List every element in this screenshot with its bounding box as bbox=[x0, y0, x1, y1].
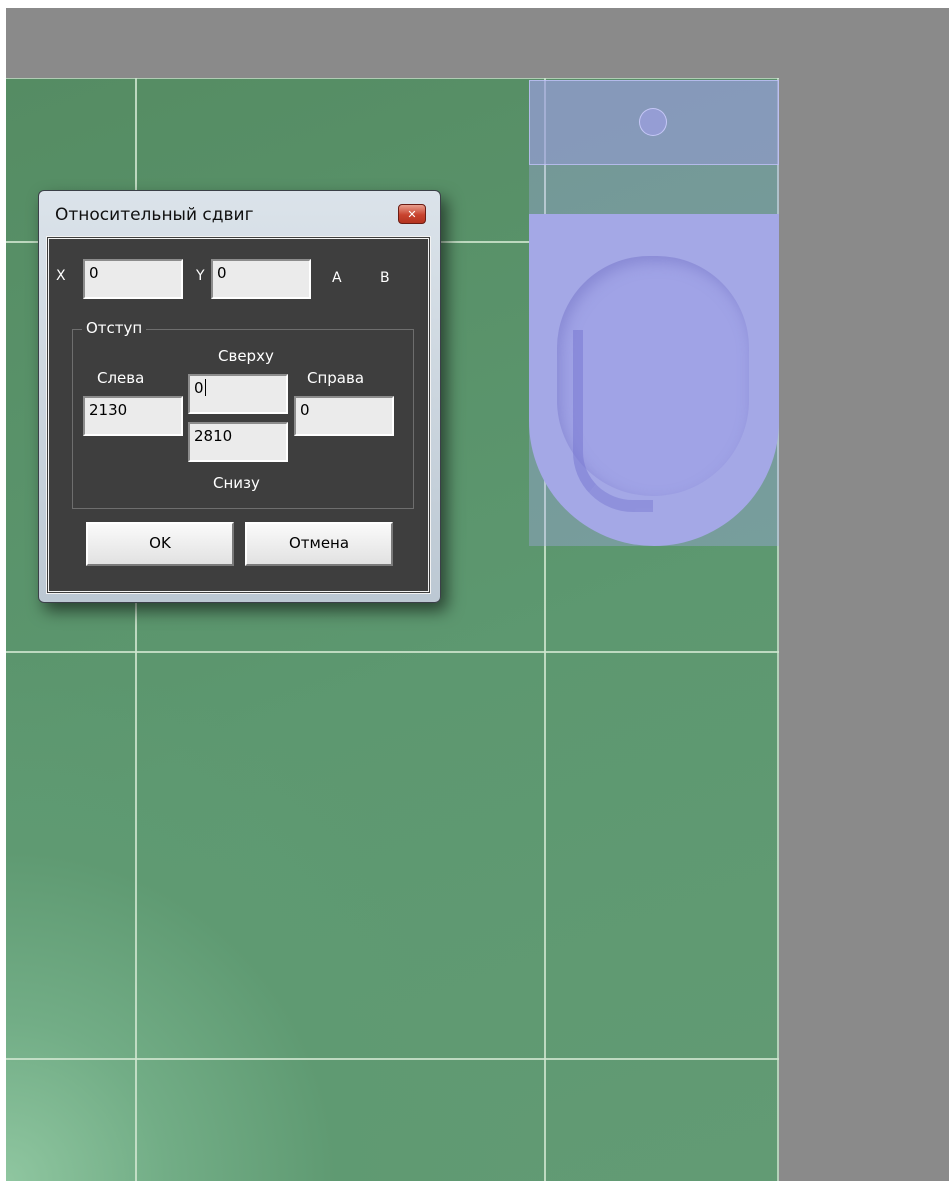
cancel-button[interactable]: Отмена bbox=[245, 522, 393, 566]
close-icon: ✕ bbox=[407, 208, 417, 221]
offset-group-title: Отступ bbox=[82, 319, 147, 337]
floor-top-edge bbox=[6, 78, 779, 79]
tile-grid-line-horizontal bbox=[6, 1058, 779, 1060]
a-label: A bbox=[332, 270, 342, 286]
right-offset-label: Справа bbox=[307, 369, 365, 387]
bottom-offset-input[interactable]: 2810 bbox=[188, 422, 288, 462]
ok-button[interactable]: OK bbox=[86, 522, 234, 566]
y-label: Y bbox=[196, 268, 205, 284]
close-button[interactable]: ✕ bbox=[398, 204, 426, 224]
flush-button-icon bbox=[639, 108, 667, 136]
fixture-bowl-shading bbox=[573, 330, 653, 512]
b-label: B bbox=[380, 270, 390, 286]
x-label: X bbox=[56, 268, 66, 284]
y-input[interactable]: 0 bbox=[211, 259, 311, 299]
top-offset-label: Сверху bbox=[218, 347, 274, 365]
dialog-title: Относительный сдвиг bbox=[55, 205, 254, 225]
left-offset-label: Слева bbox=[97, 369, 145, 387]
left-offset-input[interactable]: 2130 bbox=[83, 396, 183, 436]
dialog-client-area: X 0 Y 0 A B Отступ Сверху 0 Слева 2130 С… bbox=[46, 236, 431, 594]
toilet-fixture[interactable] bbox=[529, 80, 779, 546]
right-offset-input[interactable]: 0 bbox=[294, 396, 394, 436]
dialog-titlebar[interactable]: Относительный сдвиг ✕ bbox=[39, 191, 440, 235]
x-input[interactable]: 0 bbox=[83, 259, 183, 299]
bottom-offset-label: Снизу bbox=[213, 474, 260, 492]
top-offset-input[interactable]: 0 bbox=[188, 374, 288, 414]
relative-shift-dialog: Относительный сдвиг ✕ X 0 Y 0 A B Отступ… bbox=[38, 190, 441, 603]
tile-grid-line-horizontal bbox=[6, 651, 779, 653]
